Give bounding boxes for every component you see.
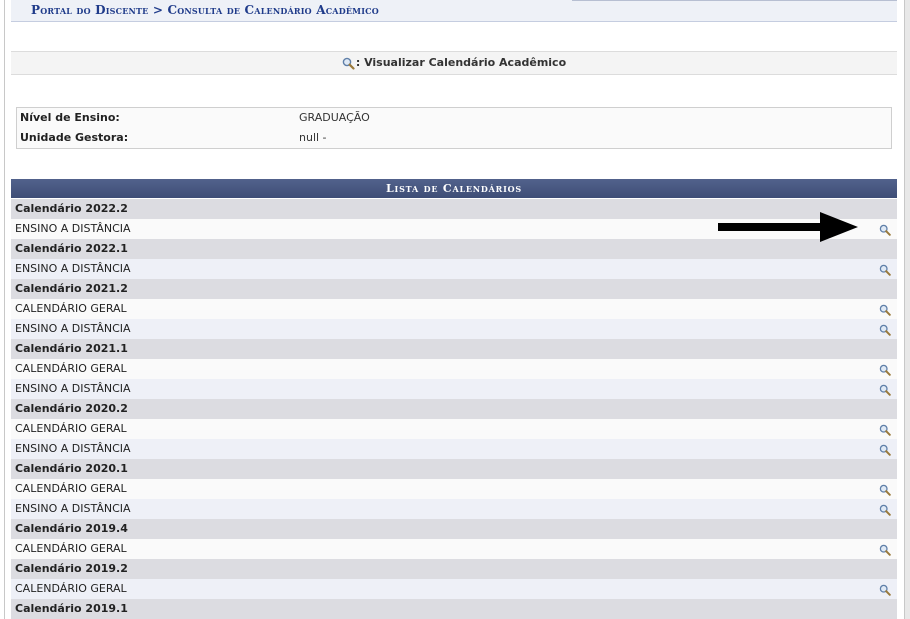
calendar-list-caption: Lista de Calendários (11, 179, 897, 198)
calendar-item-name: ENSINO A DISTÂNCIA (15, 442, 131, 455)
magnifier-icon[interactable] (879, 483, 891, 496)
nivel-ensino-label: Nível de Ensino: (20, 111, 120, 124)
calendar-item-row: CALENDÁRIO GERAL (11, 299, 897, 319)
nivel-ensino-value: GRADUAÇÃO (299, 111, 370, 124)
magnifier-icon[interactable] (879, 303, 891, 316)
magnifier-icon[interactable] (879, 223, 891, 236)
calendar-group-row: Calendário 2019.2 (11, 559, 897, 579)
filter-info-box: Nível de Ensino: GRADUAÇÃO Unidade Gesto… (16, 107, 892, 149)
calendar-group-row: Calendário 2021.1 (11, 339, 897, 359)
calendar-group-row: Calendário 2019.4 (11, 519, 897, 539)
magnifier-icon[interactable] (879, 363, 891, 376)
breadcrumb: Portal do Discente > Consulta de Calendá… (11, 0, 897, 22)
calendar-item-name: ENSINO A DISTÂNCIA (15, 502, 131, 515)
calendar-group-title: Calendário 2020.2 (15, 402, 128, 415)
calendar-group-title: Calendário 2019.1 (15, 602, 128, 615)
calendar-item-name: CALENDÁRIO GERAL (15, 302, 127, 315)
arrow-right-icon (718, 212, 858, 242)
magnifier-icon[interactable] (879, 323, 891, 336)
calendar-group-title: Calendário 2019.2 (15, 562, 128, 575)
calendar-group-title: Calendário 2022.1 (15, 242, 128, 255)
magnifier-icon[interactable] (879, 583, 891, 596)
magnifier-icon (342, 57, 355, 70)
calendar-item-name: ENSINO A DISTÂNCIA (15, 222, 131, 235)
view-calendar-title-text: : Visualizar Calendário Acadêmico (355, 56, 567, 69)
unidade-gestora-value: null - (299, 131, 327, 144)
unidade-gestora-label: Unidade Gestora: (20, 131, 129, 144)
calendar-item-row: ENSINO A DISTÂNCIA (11, 319, 897, 339)
calendar-list: Calendário 2022.2 ENSINO A DISTÂNCIA Calen… (11, 199, 897, 619)
calendar-item-row: CALENDÁRIO GERAL (11, 539, 897, 559)
magnifier-icon[interactable] (879, 443, 891, 456)
breadcrumb-divider (572, 0, 897, 1)
magnifier-icon[interactable] (879, 263, 891, 276)
magnifier-icon[interactable] (879, 423, 891, 436)
calendar-item-row: ENSINO A DISTÂNCIA (11, 379, 897, 399)
magnifier-icon[interactable] (879, 383, 891, 396)
calendar-group-title: Calendário 2021.2 (15, 282, 128, 295)
page-border-left (4, 0, 5, 619)
unidade-gestora-row: Unidade Gestora: null - (17, 128, 891, 148)
calendar-item-row: CALENDÁRIO GERAL (11, 579, 897, 599)
calendar-item-row: CALENDÁRIO GERAL (11, 419, 897, 439)
calendar-item-row: ENSINO A DISTÂNCIA (11, 439, 897, 459)
calendar-item-row: CALENDÁRIO GERAL (11, 359, 897, 379)
calendar-group-row: Calendário 2020.1 (11, 459, 897, 479)
page-shadow (905, 0, 910, 619)
calendar-item-name: ENSINO A DISTÂNCIA (15, 322, 131, 335)
magnifier-icon[interactable] (879, 503, 891, 516)
nivel-ensino-row: Nível de Ensino: GRADUAÇÃO (17, 108, 891, 128)
calendar-group-title: Calendário 2022.2 (15, 202, 128, 215)
view-calendar-title: : Visualizar Calendário Acadêmico (11, 51, 897, 75)
calendar-item-row: CALENDÁRIO GERAL (11, 479, 897, 499)
calendar-item-name: CALENDÁRIO GERAL (15, 422, 127, 435)
calendar-group-title: Calendário 2021.1 (15, 342, 128, 355)
calendar-group-row: Calendário 2021.2 (11, 279, 897, 299)
calendar-item-row: ENSINO A DISTÂNCIA (11, 259, 897, 279)
calendar-group-title: Calendário 2020.1 (15, 462, 128, 475)
calendar-group-row: Calendário 2019.1 (11, 599, 897, 619)
calendar-item-name: CALENDÁRIO GERAL (15, 582, 127, 595)
calendar-item-row: ENSINO A DISTÂNCIA (11, 499, 897, 519)
calendar-group-title: Calendário 2019.4 (15, 522, 128, 535)
calendar-item-name: CALENDÁRIO GERAL (15, 482, 127, 495)
breadcrumb-text: Portal do Discente > Consulta de Calendá… (31, 3, 379, 17)
calendar-item-name: CALENDÁRIO GERAL (15, 362, 127, 375)
calendar-item-name: CALENDÁRIO GERAL (15, 542, 127, 555)
magnifier-icon[interactable] (879, 543, 891, 556)
calendar-item-name: ENSINO A DISTÂNCIA (15, 262, 131, 275)
calendar-group-row: Calendário 2020.2 (11, 399, 897, 419)
calendar-item-name: ENSINO A DISTÂNCIA (15, 382, 131, 395)
